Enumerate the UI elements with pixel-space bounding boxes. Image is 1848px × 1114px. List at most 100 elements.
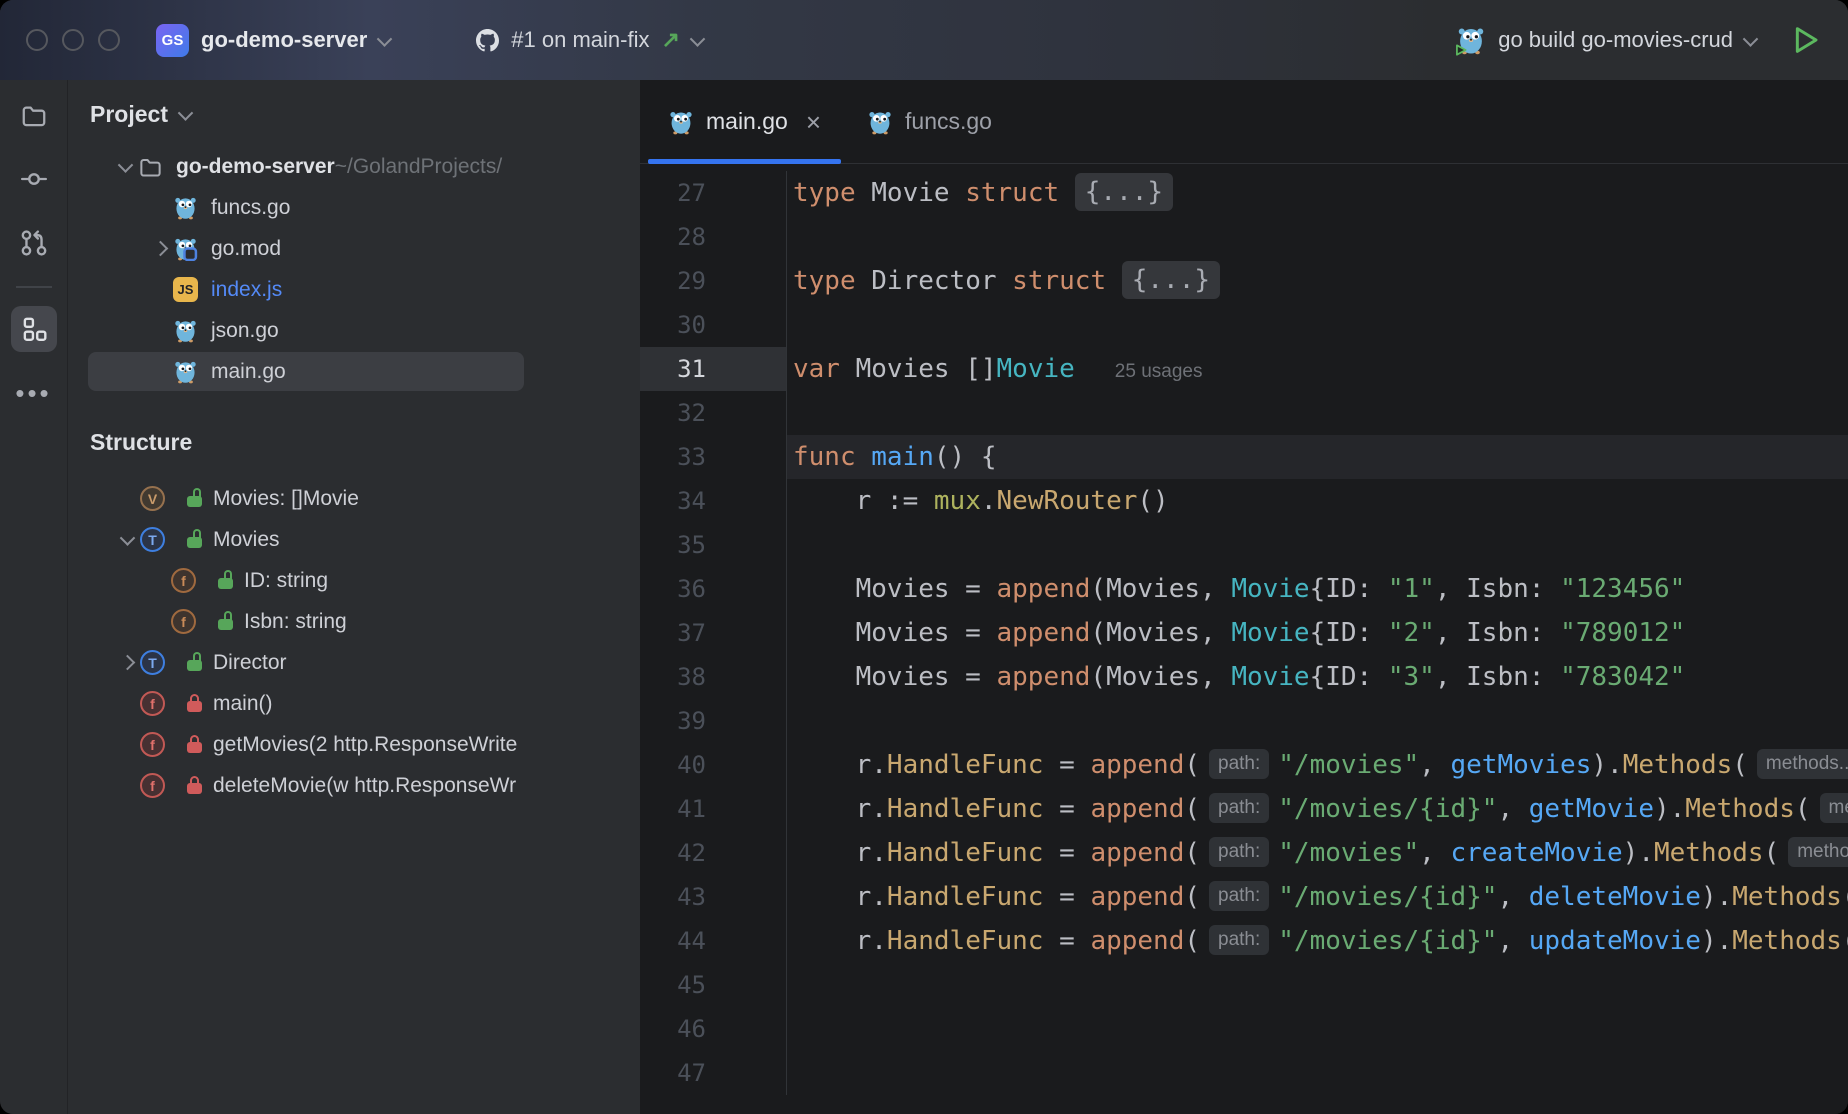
gutter[interactable]: 45: [640, 963, 787, 1007]
structure-item-ID-string[interactable]: fID: string: [68, 560, 640, 601]
gutter[interactable]: 44: [640, 919, 787, 963]
window-close-button[interactable]: [26, 29, 48, 51]
code-line-27[interactable]: 27type Movie struct {...}: [640, 171, 1848, 215]
exported-open-lock-icon: [208, 572, 242, 589]
chevron-right-icon[interactable]: [114, 657, 140, 668]
code-line-28[interactable]: 28: [640, 215, 1848, 259]
structure-item-Isbn-string[interactable]: fIsbn: string: [68, 601, 640, 642]
code-line-46[interactable]: 46: [640, 1007, 1848, 1051]
code-text: [787, 215, 1848, 259]
close-tab-icon[interactable]: ×: [806, 109, 821, 135]
gutter[interactable]: 30: [640, 303, 787, 347]
code-line-35[interactable]: 35: [640, 523, 1848, 567]
gutter[interactable]: 43: [640, 875, 787, 919]
branch-widget[interactable]: #1 on main-fix ↗: [476, 27, 703, 53]
structure-item-deleteMovie-w-http-ResponseWr[interactable]: fdeleteMovie(w http.ResponseWr: [68, 765, 640, 806]
more-tools-button[interactable]: •••: [11, 370, 57, 416]
project-tree-item-json-go[interactable]: json.go: [68, 310, 640, 351]
window-minimize-button[interactable]: [62, 29, 84, 51]
gutter[interactable]: 31: [640, 347, 787, 391]
run-configuration-widget[interactable]: go build go-movies-crud: [1456, 25, 1756, 55]
code-text: type Movie struct {...}: [787, 171, 1848, 215]
project-tree-item-go-mod[interactable]: go.mod: [68, 228, 640, 269]
project-tree-item-index-js[interactable]: JSindex.js: [68, 269, 640, 310]
line-number: 28: [640, 215, 706, 259]
window-zoom-button[interactable]: [98, 29, 120, 51]
code-line-44[interactable]: 44 r.HandleFunc = append(path:"/movies/{…: [640, 919, 1848, 963]
gutter[interactable]: 38: [640, 655, 787, 699]
structure-item-Movies-Movie[interactable]: VMovies: []Movie: [68, 478, 640, 519]
code-line-29[interactable]: 29 type Director struct {...}: [640, 259, 1848, 303]
structure-item-label: deleteMovie(w http.ResponseWr: [213, 774, 516, 798]
line-number: 29: [640, 259, 706, 303]
code-line-47[interactable]: 47: [640, 1051, 1848, 1095]
code-line-38[interactable]: 38 Movies = append(Movies, Movie{ID: "3"…: [640, 655, 1848, 699]
tab-funcs-go[interactable]: funcs.go: [847, 80, 1012, 163]
private-closed-lock-icon: [177, 695, 211, 712]
tab-main-go[interactable]: main.go ×: [648, 80, 841, 163]
gutter[interactable]: 32: [640, 391, 787, 435]
commit-tool-button[interactable]: [11, 156, 57, 202]
code-line-36[interactable]: 36 Movies = append(Movies, Movie{ID: "1"…: [640, 567, 1848, 611]
structure-item-main-[interactable]: fmain(): [68, 683, 640, 724]
usages-inlay-hint[interactable]: 25 usages: [1115, 361, 1203, 382]
project-tool-button[interactable]: [11, 92, 57, 138]
code-line-39[interactable]: 39: [640, 699, 1848, 743]
gutter[interactable]: 34: [640, 479, 787, 523]
folder-icon: [138, 154, 163, 179]
gutter[interactable]: 35: [640, 523, 787, 567]
structure-item-Movies[interactable]: TMovies: [68, 519, 640, 560]
folded-block-badge[interactable]: {...}: [1075, 173, 1173, 211]
pull-requests-tool-button[interactable]: [11, 220, 57, 266]
project-tree-item-go-demo-server[interactable]: go-demo-server ~/GolandProjects/: [68, 146, 640, 187]
project-widget[interactable]: GS go-demo-server: [156, 24, 390, 57]
go-file-icon: [668, 109, 694, 135]
code-line-33[interactable]: 33func main() {: [640, 435, 1848, 479]
code-line-34[interactable]: 34 r := mux.NewRouter(): [640, 479, 1848, 523]
chevron-down-icon[interactable]: [112, 161, 138, 172]
structure-item-Director[interactable]: TDirector: [68, 642, 640, 683]
gutter[interactable]: 36: [640, 567, 787, 611]
code-line-30[interactable]: 30: [640, 303, 1848, 347]
gutter[interactable]: 47: [640, 1051, 787, 1095]
gutter[interactable]: 42: [640, 831, 787, 875]
code-line-40[interactable]: 40 r.HandleFunc = append(path:"/movies",…: [640, 743, 1848, 787]
exported-open-lock-icon: [208, 613, 242, 630]
chevron-right-icon[interactable]: [147, 243, 173, 254]
code-text: type Director struct {...}: [787, 259, 1848, 303]
gutter[interactable]: 39: [640, 699, 787, 743]
folded-block-badge[interactable]: {...}: [1122, 261, 1220, 299]
code-line-31[interactable]: 31var Movies []Movie25 usages: [640, 347, 1848, 391]
gutter[interactable]: 28: [640, 215, 787, 259]
structure-tool-button[interactable]: [11, 306, 57, 352]
gutter[interactable]: 27: [640, 171, 787, 215]
left-tool-window: Project go-demo-server ~/GolandProjects/…: [68, 80, 640, 1114]
chevron-down-icon: [178, 105, 194, 121]
chevron-down-icon[interactable]: [114, 534, 140, 545]
chevron-down-icon: [690, 31, 706, 47]
window-controls: [26, 29, 120, 51]
gutter[interactable]: 40: [640, 743, 787, 787]
structure-item-getMovies-2-http-ResponseWrite[interactable]: fgetMovies(2 http.ResponseWrite: [68, 724, 640, 765]
run-button[interactable]: [1790, 24, 1822, 56]
editor-area: main.go × funcs.go 27type Movie struct {…: [640, 80, 1848, 1114]
project-panel-header[interactable]: Project: [68, 80, 640, 132]
code-line-37[interactable]: 37 Movies = append(Movies, Movie{ID: "2"…: [640, 611, 1848, 655]
gutter[interactable]: 46: [640, 1007, 787, 1051]
code-line-41[interactable]: 41 r.HandleFunc = append(path:"/movies/{…: [640, 787, 1848, 831]
code-line-42[interactable]: 42 r.HandleFunc = append(path:"/movies",…: [640, 831, 1848, 875]
project-tree-item-main-go[interactable]: main.go: [68, 351, 640, 392]
gutter[interactable]: 37: [640, 611, 787, 655]
code-line-45[interactable]: 45: [640, 963, 1848, 1007]
code-editor[interactable]: 27type Movie struct {...}2829type Direct…: [640, 164, 1848, 1114]
code-text: r := mux.NewRouter(): [787, 479, 1848, 523]
code-line-32[interactable]: 32: [640, 391, 1848, 435]
gutter[interactable]: 29: [640, 259, 787, 303]
line-number: 30: [640, 303, 706, 347]
structure-panel-header[interactable]: Structure: [68, 408, 640, 460]
go-run-config-icon: [1456, 25, 1486, 55]
gutter[interactable]: 41: [640, 787, 787, 831]
code-line-43[interactable]: 43 r.HandleFunc = append(path:"/movies/{…: [640, 875, 1848, 919]
gutter[interactable]: 33: [640, 435, 787, 479]
project-tree-item-funcs-go[interactable]: funcs.go: [68, 187, 640, 228]
